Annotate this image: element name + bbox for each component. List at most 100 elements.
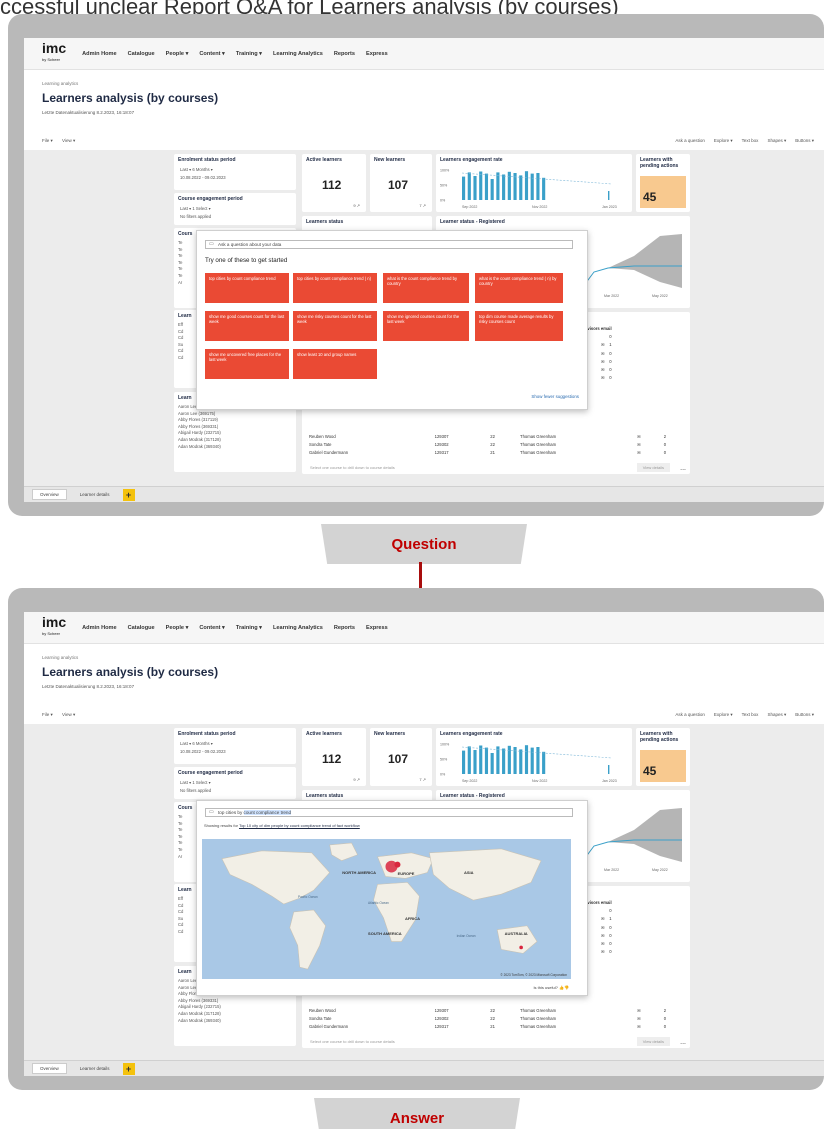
learner-option[interactable]: Adan Modrak (317128) [174,437,296,444]
engagement-bar[interactable] [467,746,471,774]
engagement-bar[interactable] [462,750,466,774]
engagement-bar[interactable] [496,746,500,774]
nav-reports[interactable]: Reports [334,51,355,57]
active-learners-card[interactable]: Active learners 112 9 ↗ [302,728,366,786]
nav-admin-home[interactable]: Admin Home [82,51,117,57]
nav-content[interactable]: Content ▾ [199,51,225,57]
active-learners-card[interactable]: Active learners 112 9 ↗ [302,154,366,212]
view-menu[interactable]: View ▾ [62,138,75,143]
enrolment-date-range[interactable]: 10.08.2022 - 09.02.2023 [174,174,296,182]
brand-logo[interactable]: imc by Scheer [42,41,66,65]
nav-learning-analytics[interactable]: Learning Analytics [273,625,323,631]
nav-express[interactable]: Express [366,51,388,57]
tab-learner-details[interactable]: Learner details [73,490,117,499]
engagement-period-selector[interactable]: Last ▾ 1 Select ▾ [174,779,296,787]
enrolment-date-range[interactable]: 10.08.2022 - 09.02.2023 [174,748,296,756]
qa-suggestion-button[interactable]: show me uncovered free places for the la… [205,349,289,379]
qa-suggestion-button[interactable]: show me ignored courses count for the la… [383,311,469,341]
engagement-bar[interactable] [542,177,546,200]
nav-learning-analytics[interactable]: Learning Analytics [273,51,323,57]
learner-option[interactable]: Abigail Hardy (232715) [174,1004,296,1011]
thumbs-down-icon[interactable]: 👎 [564,985,569,990]
engagement-bar[interactable] [536,747,540,774]
engagement-bar[interactable] [542,751,546,774]
ask-question-button[interactable]: Ask a question [675,712,705,718]
file-menu[interactable]: File ▾ [42,712,53,717]
enrolment-period-selector[interactable]: Last ▾ 6 Months ▾ [174,166,296,174]
engagement-bar[interactable] [484,747,489,774]
status-area[interactable] [608,234,682,288]
tab-overview[interactable]: Overview [32,1063,67,1074]
nav-catalogue[interactable]: Catalogue [128,51,155,57]
engagement-bar[interactable] [502,174,506,201]
qa-suggestion-button[interactable]: what is the count compliance trend ( n) … [475,273,563,303]
engagement-bar[interactable] [536,173,540,200]
breadcrumb[interactable]: Learning analytics [42,655,824,660]
qa-question-input[interactable]: ▭ Ask a question about your data [205,240,573,249]
pending-actions-card[interactable]: Learners with pending actions 45 [636,728,690,786]
engagement-bar[interactable] [473,750,477,774]
table-row[interactable]: Gabriel Gundermann 129317 21 Thomas Greenha… [306,1023,684,1031]
qa-suggestion-button[interactable]: what is the count compliance trend by co… [383,273,469,303]
nav-catalogue[interactable]: Catalogue [128,625,155,631]
add-page-button[interactable]: + [122,488,135,501]
nav-training[interactable]: Training ▾ [236,625,262,631]
buttons-button[interactable]: Buttons ▾ [795,138,814,144]
tab-learner-details[interactable]: Learner details [73,1064,117,1073]
engagement-bar[interactable] [462,176,466,200]
more-options-button[interactable]: ... [680,465,686,472]
answer-map[interactable]: NORTH AMERICA EUROPE ASIA AFRICA SOUTH A… [202,839,571,979]
engagement-bar[interactable] [490,179,494,200]
status-area[interactable] [608,808,682,862]
engagement-bar[interactable] [507,745,511,774]
engagement-bar[interactable] [507,171,511,200]
explore-button[interactable]: Explore ▾ [714,712,733,718]
engagement-bar[interactable] [502,748,506,775]
table-row[interactable]: Sondra Tate 129302 22 Thomas Greenham ✉ 0 [306,440,684,448]
engagement-period-selector[interactable]: Last ▾ 1 Select ▾ [174,205,296,213]
add-page-button[interactable]: + [122,1062,135,1075]
nav-express[interactable]: Express [366,625,388,631]
view-menu[interactable]: View ▾ [62,712,75,717]
explore-button[interactable]: Explore ▾ [714,138,733,144]
enrolment-period-selector[interactable]: Last ▾ 6 Months ▾ [174,740,296,748]
qa-question-input[interactable]: ▭ top cities by count compliance trend [205,808,573,817]
view-details-button[interactable]: View details [636,1037,670,1046]
nav-content[interactable]: Content ▾ [199,625,225,631]
brand-logo[interactable]: imc by Scheer [42,615,66,639]
table-row[interactable]: Reuben Wood 129307 22 Thomas Greenham ✉ 2 [306,1006,684,1014]
learner-option[interactable]: Aaron Lee (369175) [174,411,296,418]
qa-suggestion-button[interactable]: show me good courses count for the last … [205,311,289,341]
learner-option[interactable]: Adan Modrak (369340) [174,444,296,451]
engagement-bar[interactable] [479,171,483,201]
engagement-rate-card[interactable]: Learners engagement rate 100% 50% 0% Sep 20… [436,728,632,786]
qa-results-link[interactable]: Top 10 city of dim people by count compl… [239,823,360,828]
buttons-button[interactable]: Buttons ▾ [795,712,814,718]
engagement-rate-card[interactable]: Learners engagement rate 100% 50% 0% Sep 20… [436,154,632,212]
table-row[interactable]: Reuben Wood 129307 22 Thomas Greenham ✉ 2 [306,432,684,440]
learner-option[interactable]: Abigail Hardy (232715) [174,430,296,437]
nav-people[interactable]: People ▾ [166,51,189,57]
engagement-bar[interactable] [524,745,529,774]
shapes-button[interactable]: Shapes ▾ [767,712,786,718]
engagement-bar[interactable] [530,747,534,774]
table-row[interactable]: Gabriel Gundermann 129317 21 Thomas Greenha… [306,449,684,457]
new-learners-card[interactable]: New learners 107 7 ↗ [370,154,432,212]
engagement-date-range[interactable]: No filters applied [174,213,296,221]
engagement-bar[interactable] [519,175,523,200]
nav-people[interactable]: People ▾ [166,625,189,631]
show-fewer-suggestions-link[interactable]: Show fewer suggestions [531,394,579,399]
engagement-bar[interactable] [484,173,489,200]
engagement-bar[interactable] [473,176,477,200]
learner-option[interactable]: Adan Modrak (369340) [174,1018,296,1025]
engagement-date-range[interactable]: No filters applied [174,787,296,795]
engagement-bar[interactable] [479,745,483,775]
table-row[interactable]: Sondra Tate 129302 22 Thomas Greenham ✉ 0 [306,1014,684,1022]
learner-option[interactable]: Abby Flores (317119) [174,417,296,424]
engagement-bar[interactable] [519,749,523,774]
engagement-bar[interactable] [530,173,534,200]
engagement-bar[interactable] [608,765,610,774]
nav-training[interactable]: Training ▾ [236,51,262,57]
ask-question-button[interactable]: Ask a question [675,138,705,144]
qa-suggestion-button[interactable]: top cities by count compliance trend [205,273,289,303]
